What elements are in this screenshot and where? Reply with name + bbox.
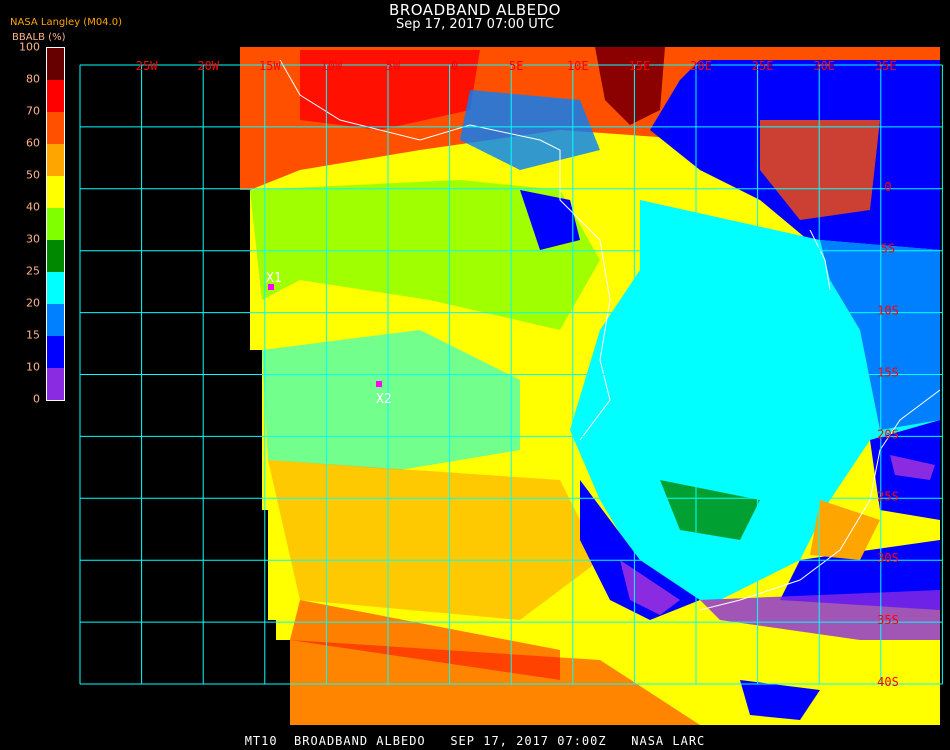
- svg-text:X2: X2: [376, 392, 392, 407]
- longitude-label: 10E: [567, 59, 589, 73]
- longitude-label: 15W: [259, 59, 281, 73]
- latitude-label: 0: [884, 180, 891, 194]
- longitude-label: 30E: [813, 59, 835, 73]
- satellite-imagery: [240, 47, 941, 725]
- latitude-label: 20S: [877, 427, 899, 441]
- longitude-label: 20E: [690, 59, 712, 73]
- latitude-label: 30S: [877, 551, 899, 565]
- latitude-label: 40S: [877, 675, 899, 689]
- longitude-label: 5W: [386, 59, 401, 73]
- latitude-label: 15S: [877, 366, 899, 380]
- footer-caption: MT10 BROADBAND ALBEDO SEP 17, 2017 07:00…: [244, 734, 706, 748]
- svg-text:X1: X1: [266, 271, 282, 286]
- longitude-label: 10W: [321, 59, 343, 73]
- longitude-label: 5E: [509, 59, 523, 73]
- longitude-label: 0: [451, 59, 458, 73]
- longitude-label: 25E: [752, 59, 774, 73]
- longitude-label: 35E: [875, 59, 897, 73]
- latitude-label: 35S: [877, 613, 899, 627]
- latitude-label: 25S: [877, 489, 899, 503]
- longitude-label: 15E: [629, 59, 651, 73]
- latitude-label: 10S: [877, 304, 899, 318]
- longitude-label: 25W: [136, 59, 158, 73]
- longitude-label: 20W: [197, 59, 219, 73]
- albedo-map: 25W 20W 15W 10W 5W 0 5E 10E 15E 20E 25E 30E 35E 0 5S 10…: [79, 47, 943, 725]
- latitude-label: 5S: [881, 242, 895, 256]
